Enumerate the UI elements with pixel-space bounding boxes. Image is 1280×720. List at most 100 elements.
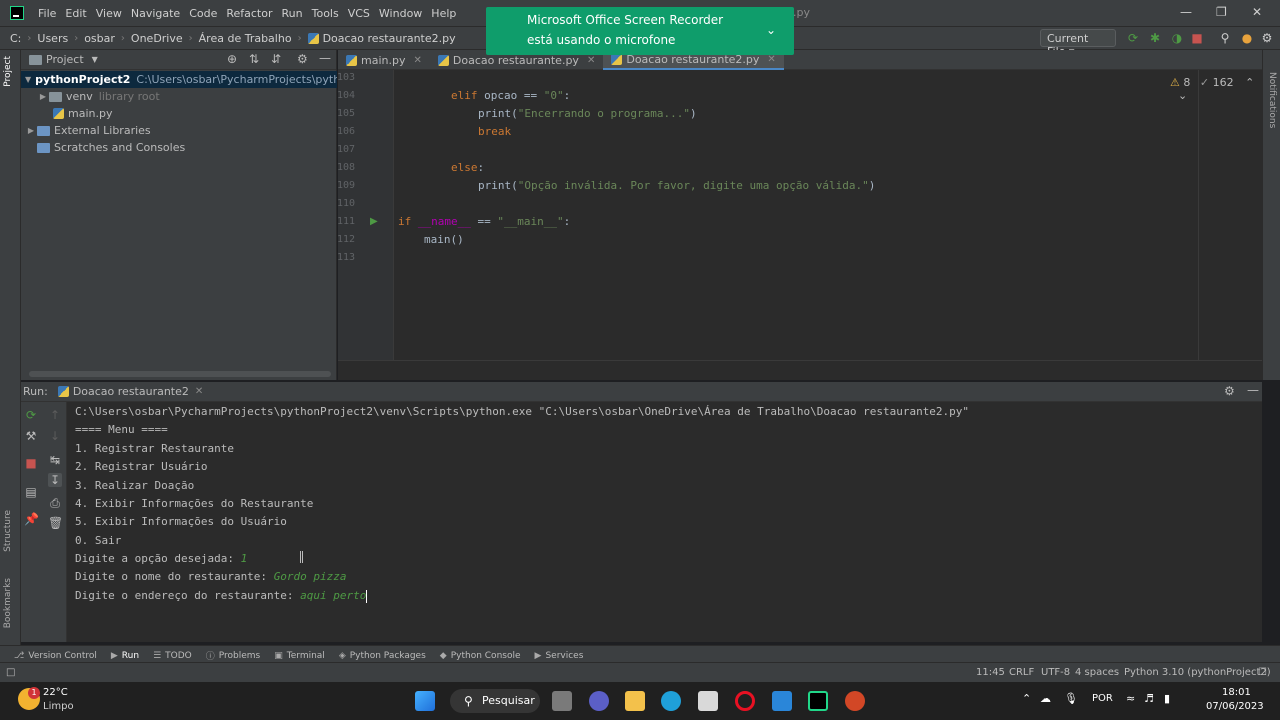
restore-icon[interactable]: ❐ (1216, 5, 1227, 19)
tool-todo[interactable]: ☰ TODO (153, 651, 192, 661)
store-icon[interactable] (698, 691, 718, 711)
cloud-icon[interactable]: ☁ (1040, 692, 1051, 705)
coverage-icon[interactable]: ◑ (1170, 31, 1184, 45)
edge-icon[interactable] (661, 691, 681, 711)
chevron-right-icon[interactable]: ▶ (25, 126, 37, 135)
tree-item-scratches[interactable]: Scratches and Consoles (21, 139, 337, 156)
language-indicator[interactable]: POR (1092, 693, 1113, 704)
battery-icon[interactable]: ▮ (1164, 692, 1170, 705)
menu-window[interactable]: Window (379, 7, 422, 20)
horizontal-scrollbar[interactable] (29, 371, 331, 377)
structure-side-tab[interactable]: Structure (3, 510, 13, 552)
wrench-icon[interactable]: ⚒ (24, 429, 38, 443)
run-tab[interactable]: Doacao restaurante2 ✕ (57, 385, 203, 398)
bookmarks-side-tab[interactable]: Bookmarks (3, 578, 13, 628)
recorder-notification[interactable]: Microsoft Office Screen Recorder está us… (486, 7, 794, 55)
debug-icon[interactable]: ✱ (1148, 31, 1162, 45)
tool-terminal[interactable]: ▣ Terminal (274, 651, 325, 661)
caret-position[interactable]: 11:45 (976, 667, 1005, 678)
teams-icon[interactable] (589, 691, 609, 711)
tool-services[interactable]: ▶ Services (535, 651, 584, 661)
menu-refactor[interactable]: Refactor (226, 7, 272, 20)
code-editor[interactable]: 103 104 105 106 107 108 109 110 111 112 … (338, 70, 1262, 380)
tool-run[interactable]: ▶ Run (111, 651, 139, 661)
pin-icon[interactable]: 📌 (24, 512, 39, 526)
collapse-all-icon[interactable]: ⇵ (271, 52, 281, 66)
updates-icon[interactable]: ● (1240, 31, 1254, 45)
breadcrumb-osbar[interactable]: osbar (84, 32, 115, 45)
close-tab-icon[interactable]: ✕ (587, 55, 595, 66)
tree-item-main-py[interactable]: main.py (21, 105, 337, 122)
menu-tools[interactable]: Tools (312, 7, 339, 20)
chevron-down-icon[interactable]: ▼ (92, 55, 98, 64)
minimize-icon[interactable]: — (1180, 5, 1192, 19)
powerpoint-icon[interactable] (845, 691, 865, 711)
opera-icon[interactable] (735, 691, 755, 711)
breadcrumb-desktop[interactable]: Área de Trabalho (199, 32, 292, 45)
expand-all-icon[interactable]: ⇅ (249, 52, 259, 66)
stop-icon[interactable]: ■ (1190, 31, 1204, 45)
tool-python-packages[interactable]: ◈ Python Packages (339, 651, 426, 661)
settings-icon[interactable]: ⚙ (1260, 31, 1274, 45)
rerun-icon[interactable]: ⟳ (24, 408, 38, 422)
run-console[interactable]: C:\Users\osbar\PycharmProjects\pythonPro… (67, 402, 1262, 642)
gear-icon[interactable]: ⚙ (297, 52, 308, 66)
menu-run[interactable]: Run (282, 7, 303, 20)
soft-wrap-icon[interactable]: ↹ (48, 453, 62, 467)
close-tab-icon[interactable]: ✕ (413, 55, 421, 66)
tree-item-venv[interactable]: ▶ venv library root (21, 88, 337, 105)
menu-view[interactable]: View (96, 7, 122, 20)
tree-item-external-libraries[interactable]: ▶ External Libraries (21, 122, 337, 139)
layout-icon[interactable]: ▤ (24, 485, 38, 499)
clock-time[interactable]: 18:01 (1222, 687, 1251, 698)
vscode-icon[interactable] (772, 691, 792, 711)
project-view-label[interactable]: Project (46, 53, 84, 66)
chevron-right-icon[interactable]: ▶ (37, 92, 49, 101)
weather-temp[interactable]: 22°C (43, 687, 68, 698)
wifi-icon[interactable]: ≈ (1126, 692, 1135, 705)
project-side-tab[interactable]: Project (3, 56, 13, 87)
menu-help[interactable]: Help (431, 7, 456, 20)
python-interpreter[interactable]: Python 3.10 (pythonProject2) (1124, 667, 1271, 678)
scroll-to-end-icon[interactable]: ↧ (48, 473, 62, 487)
menu-edit[interactable]: Edit (65, 7, 86, 20)
lock-icon[interactable]: ☐ (1258, 667, 1267, 678)
notifications-side-tab[interactable]: Notifications (1267, 72, 1277, 128)
chevron-down-icon[interactable]: ▼ (25, 75, 31, 84)
file-encoding[interactable]: UTF-8 (1041, 667, 1070, 678)
inspection-widget[interactable]: ⚠ 8 ✓ 162 ⌃ ⌄ (1170, 76, 1262, 102)
microphone-icon[interactable]: 🎙 (1064, 692, 1078, 705)
breadcrumb-onedrive[interactable]: OneDrive (131, 32, 183, 45)
task-view-icon[interactable] (552, 691, 572, 711)
scroll-up-icon[interactable]: ↑ (48, 408, 62, 422)
breadcrumb-file[interactable]: Doacao restaurante2.py (323, 32, 456, 45)
tool-version-control[interactable]: ⎇ Version Control (14, 651, 97, 661)
menu-navigate[interactable]: Navigate (131, 7, 180, 20)
breadcrumb-users[interactable]: Users (37, 32, 68, 45)
rerun-icon[interactable]: ⟳ (1126, 31, 1140, 45)
pycharm-taskbar-icon[interactable] (808, 691, 828, 711)
menu-code[interactable]: Code (189, 7, 217, 20)
run-gutter-icon[interactable]: ▶ (370, 216, 378, 227)
breadcrumb-drive[interactable]: C: (10, 32, 21, 45)
chevron-down-icon[interactable]: ⌄ (766, 23, 776, 37)
trash-icon[interactable]: 🗑 (48, 516, 63, 530)
tree-item-project-root[interactable]: ▼ pythonProject2 C:\Users\osbar\PycharmP… (21, 71, 337, 88)
locate-file-icon[interactable]: ⊕ (227, 52, 237, 66)
chevron-down-icon[interactable]: ⌄ (1178, 89, 1187, 102)
gear-icon[interactable]: ⚙ (1224, 384, 1235, 398)
print-icon[interactable]: ⎙ (48, 496, 62, 510)
run-configuration-select[interactable]: Current File ▾ (1040, 29, 1116, 58)
tab-main-py[interactable]: main.py ✕ (338, 50, 430, 70)
file-explorer-icon[interactable] (625, 691, 645, 711)
close-tab-icon[interactable]: ✕ (195, 386, 203, 397)
chevron-up-icon[interactable]: ⌃ (1022, 692, 1031, 705)
search-icon[interactable]: ⚲ (1218, 31, 1232, 45)
hide-icon[interactable]: — (1247, 383, 1259, 397)
menu-file[interactable]: File (38, 7, 56, 20)
clock-date[interactable]: 07/06/2023 (1206, 701, 1264, 712)
close-tab-icon[interactable]: ✕ (767, 54, 775, 65)
indent-setting[interactable]: 4 spaces (1075, 667, 1119, 678)
close-icon[interactable]: ✕ (1252, 5, 1262, 19)
volume-icon[interactable]: ♬ (1144, 692, 1154, 705)
